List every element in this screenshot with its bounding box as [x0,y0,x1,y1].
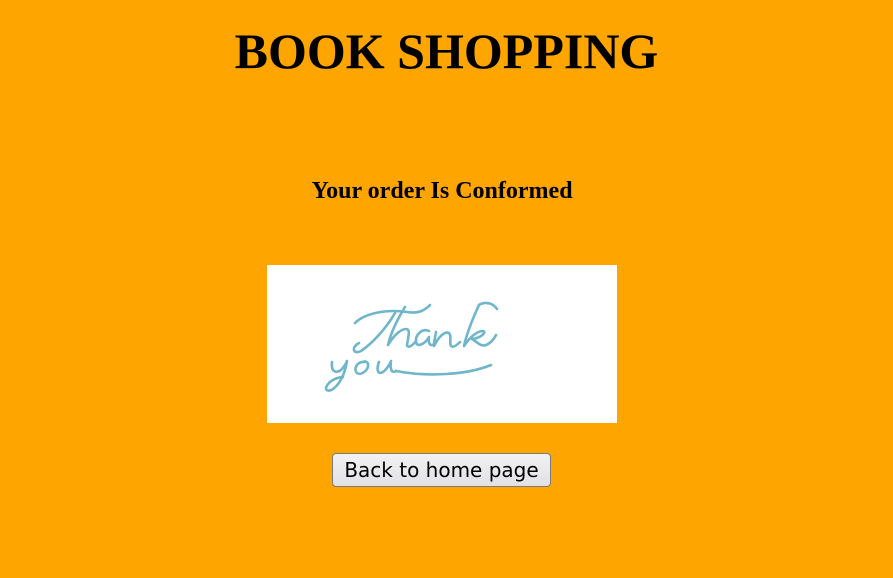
thank-you-image [267,265,617,423]
thank-you-lettering [324,301,499,392]
back-to-home-button[interactable]: Back to home page [332,453,551,487]
page-title: BOOK SHOPPING [234,23,659,79]
order-confirmation-message: Your order Is Conformed [311,178,573,204]
